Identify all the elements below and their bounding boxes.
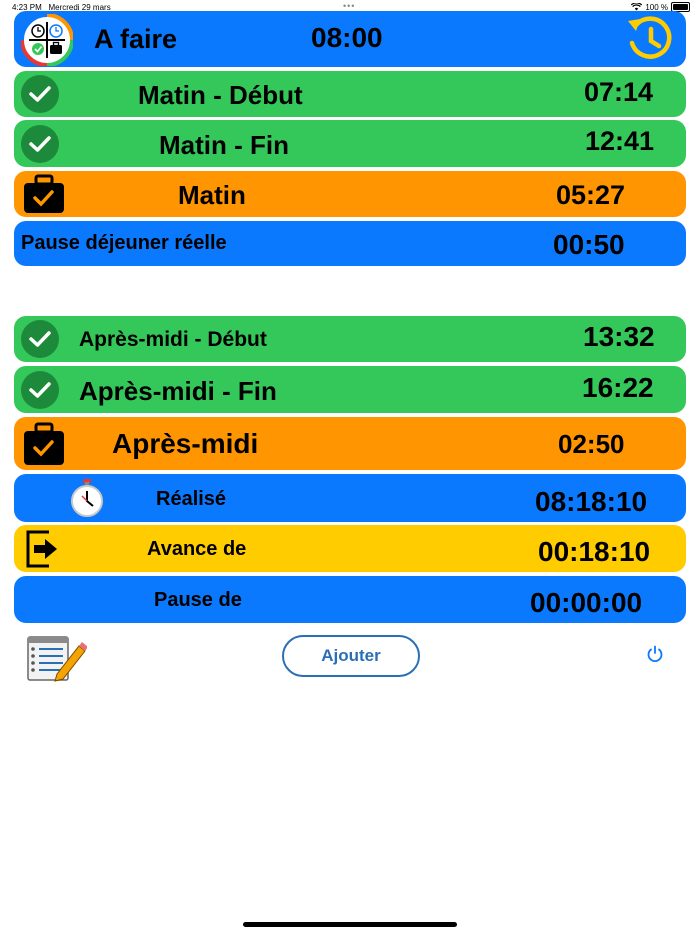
pause-label: Pause de	[154, 589, 242, 611]
add-button[interactable]: Ajouter	[282, 635, 420, 677]
home-indicator[interactable]	[243, 922, 457, 927]
briefcase-check-icon	[24, 174, 64, 213]
lunch-break-row: Pause déjeuner réelle 00:50	[14, 221, 686, 266]
ahead-time: 00:18:10	[538, 536, 651, 567]
done-time: 08:18:10	[535, 486, 648, 517]
stopwatch-icon	[71, 479, 103, 517]
morning-start-label: Matin - Début	[138, 80, 303, 110]
target-time: 08:00	[311, 22, 383, 53]
morning-total-time: 05:27	[556, 180, 626, 210]
afternoon-end-time: 16:22	[582, 372, 654, 403]
morning-end-label: Matin - Fin	[159, 130, 289, 160]
check-circle-icon	[21, 75, 59, 113]
ahead-row: Avance de 00:18:10	[14, 525, 686, 572]
app-logo-icon[interactable]	[21, 14, 73, 66]
check-circle-icon	[21, 371, 59, 409]
multitask-dots-icon[interactable]: •••	[343, 1, 355, 11]
afternoon-total-label: Après-midi	[112, 428, 259, 459]
exit-door-icon	[26, 530, 57, 568]
lunch-break-time: 00:50	[553, 229, 625, 260]
history-clock-icon[interactable]	[624, 15, 674, 63]
afternoon-end-row[interactable]: Après-midi - Fin 16:22	[14, 366, 686, 413]
check-circle-icon	[21, 320, 59, 358]
done-label: Réalisé	[156, 488, 227, 510]
morning-total-row: Matin 05:27	[14, 171, 686, 217]
header-bar: A faire 08:00	[14, 11, 686, 67]
pause-row: Pause de 00:00:00	[14, 576, 686, 623]
lunch-break-label: Pause déjeuner réelle	[21, 232, 227, 254]
afternoon-total-time: 02:50	[558, 429, 625, 459]
page-title: A faire	[94, 24, 178, 54]
morning-start-time: 07:14	[584, 77, 654, 107]
afternoon-start-time: 13:32	[583, 321, 655, 352]
done-row: Réalisé 08:18:10	[14, 474, 686, 522]
briefcase-check-icon	[24, 422, 64, 465]
afternoon-start-label: Après-midi - Début	[79, 328, 267, 351]
morning-end-time: 12:41	[585, 126, 655, 156]
morning-start-row[interactable]: Matin - Début 07:14	[14, 71, 686, 117]
afternoon-total-row: Après-midi 02:50	[14, 417, 686, 470]
afternoon-start-row[interactable]: Après-midi - Début 13:32	[14, 316, 686, 362]
check-circle-icon	[21, 125, 59, 163]
edit-list-icon[interactable]	[27, 636, 87, 682]
morning-end-row[interactable]: Matin - Fin 12:41	[14, 120, 686, 167]
morning-total-label: Matin	[178, 180, 246, 210]
power-icon[interactable]	[646, 645, 664, 663]
pause-time: 00:00:00	[530, 587, 643, 618]
afternoon-end-label: Après-midi - Fin	[79, 376, 277, 406]
wifi-icon	[631, 3, 643, 11]
ahead-label: Avance de	[147, 538, 247, 560]
